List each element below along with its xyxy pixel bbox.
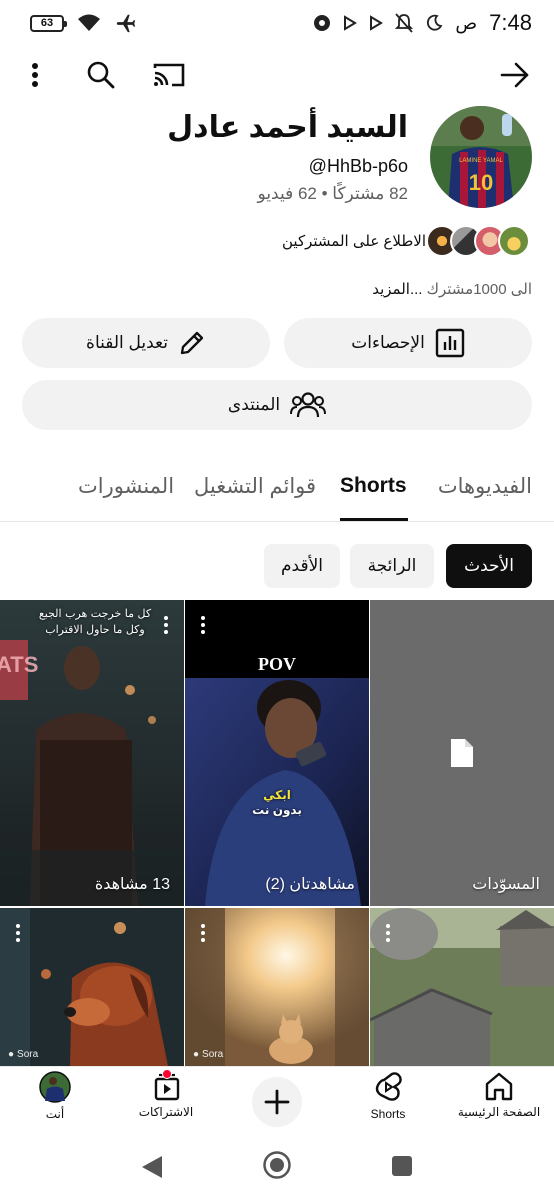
pencil-icon bbox=[180, 331, 204, 355]
status-bar: 63 ص 7:48 bbox=[0, 0, 554, 46]
tab-shorts[interactable]: Shorts bbox=[340, 474, 407, 498]
more-options-icon[interactable] bbox=[8, 922, 28, 944]
notification-dot bbox=[162, 1069, 172, 1079]
avatar bbox=[39, 1071, 71, 1103]
bottom-navigation: الصفحة الرئيسية Shorts الاشتراكات أنت bbox=[0, 1066, 554, 1134]
cast-icon[interactable] bbox=[150, 56, 188, 94]
more-options-icon[interactable] bbox=[156, 614, 176, 636]
people-icon bbox=[290, 392, 327, 418]
subscriber-avatars bbox=[426, 225, 530, 257]
short-tile[interactable]: ● Sora bbox=[185, 908, 369, 1066]
wifi-icon bbox=[78, 14, 100, 31]
pov-caption-line-2: بدون نت bbox=[252, 803, 302, 817]
short-tile[interactable]: ATS كل ما خرجت هرب الجبع وكل ما حاول الا… bbox=[0, 600, 184, 906]
jersey-number: 10 bbox=[469, 170, 493, 195]
nav-you[interactable]: أنت bbox=[0, 1071, 110, 1121]
home-icon bbox=[485, 1072, 513, 1101]
status-right: ص 7:48 bbox=[313, 10, 532, 36]
battery-level: 63 bbox=[40, 17, 54, 29]
channel-avatar[interactable]: LAMINE YAMAL 10 bbox=[430, 106, 532, 208]
man-sign: ATS bbox=[0, 652, 39, 677]
video-thumbnail bbox=[0, 600, 184, 906]
pov-caption-line-1: ابكي bbox=[263, 788, 291, 802]
tab-playlists[interactable]: قوائم التشغيل bbox=[194, 474, 316, 499]
nav-subscriptions[interactable]: الاشتراكات bbox=[111, 1069, 221, 1119]
channel-description[interactable]: الى 1000مشترك ...المزيد bbox=[372, 280, 532, 298]
search-icon[interactable] bbox=[82, 56, 120, 94]
drafts-label: المسوّدات bbox=[472, 876, 540, 893]
pov-caption: ابكي بدون نت bbox=[185, 788, 369, 818]
airplane-icon bbox=[116, 14, 136, 33]
edit-channel-button[interactable]: تعديل القناة bbox=[22, 318, 270, 368]
more-options-icon[interactable] bbox=[193, 922, 213, 944]
back-arrow-icon[interactable] bbox=[496, 56, 534, 94]
drafts-tile[interactable]: المسوّدات bbox=[370, 600, 554, 906]
forum-label: المنتدى bbox=[227, 395, 281, 414]
view-count: مشاهدتان (2) bbox=[265, 876, 355, 893]
shorts-icon bbox=[375, 1072, 402, 1101]
top-bar bbox=[0, 50, 554, 100]
short-tile[interactable]: POV ابكي بدون نت مشاهدتان (2) bbox=[185, 600, 369, 906]
view-count: 13 مشاهدة bbox=[94, 876, 170, 893]
document-icon bbox=[451, 739, 473, 767]
sora-watermark: ● Sora bbox=[193, 1049, 223, 1060]
nav-home[interactable]: الصفحة الرئيسية bbox=[444, 1071, 554, 1119]
channel-stats: 82 مشتركًا • 62 فيديو bbox=[257, 184, 408, 203]
tab-posts[interactable]: المنشورات bbox=[78, 474, 174, 499]
channel-handle: @HhBb-p6o bbox=[308, 156, 408, 176]
channel-name: السيد أحمد عادل bbox=[167, 111, 408, 144]
chip-oldest[interactable]: الأقدم bbox=[264, 544, 340, 588]
status-time: 7:48 bbox=[489, 10, 532, 35]
battery-icon: 63 bbox=[30, 14, 67, 32]
sora-label: Sora bbox=[202, 1049, 224, 1060]
status-left: 63 bbox=[30, 12, 138, 34]
subscriptions-icon-wrap bbox=[150, 1069, 182, 1101]
soccer-ball-icon bbox=[314, 15, 331, 31]
sora-icon: ● bbox=[193, 1049, 200, 1060]
stats-button[interactable]: الإحصاءات bbox=[284, 318, 532, 368]
nav-shorts[interactable]: Shorts bbox=[333, 1071, 443, 1121]
more-link[interactable]: ...المزيد bbox=[372, 281, 426, 298]
recents-icon[interactable] bbox=[390, 1154, 414, 1178]
nav-shorts-label: Shorts bbox=[370, 1107, 406, 1121]
chip-latest[interactable]: الأحدث bbox=[446, 544, 532, 588]
nav-home-label: الصفحة الرئيسية bbox=[457, 1105, 541, 1119]
more-options-icon[interactable] bbox=[16, 56, 54, 94]
jersey-name: LAMINE YAMAL bbox=[459, 158, 503, 164]
more-options-icon[interactable] bbox=[193, 614, 213, 636]
sora-icon: ● bbox=[8, 1049, 15, 1060]
home-button-icon[interactable] bbox=[262, 1150, 292, 1180]
stats-button-label: الإحصاءات bbox=[351, 333, 425, 352]
edit-channel-label: تعديل القناة bbox=[86, 333, 168, 352]
play-notification-icon-2 bbox=[370, 15, 384, 31]
create-button[interactable] bbox=[252, 1077, 302, 1127]
subscriber-avatar bbox=[498, 225, 530, 257]
description-text: الى 1000مشترك bbox=[426, 281, 532, 298]
back-triangle-icon[interactable] bbox=[140, 1154, 164, 1180]
short-tile[interactable]: ● Sora bbox=[0, 908, 184, 1066]
view-subscribers-link[interactable]: الاطلاع على المشتركين bbox=[282, 232, 426, 250]
more-options-icon[interactable] bbox=[378, 922, 398, 944]
status-ampm: ص bbox=[455, 12, 478, 33]
muted-bell-icon bbox=[395, 13, 414, 33]
sora-label: Sora bbox=[17, 1049, 39, 1060]
moon-icon bbox=[427, 14, 443, 31]
short-tile[interactable] bbox=[370, 908, 554, 1066]
pov-title: POV bbox=[258, 654, 296, 674]
nav-you-label: أنت bbox=[45, 1107, 65, 1121]
nav-subscriptions-label: الاشتراكات bbox=[138, 1105, 194, 1119]
analytics-icon bbox=[435, 328, 464, 358]
channel-tabs: الفيديوهات Shorts قوائم التشغيل المنشورا… bbox=[0, 462, 554, 522]
plus-icon bbox=[264, 1089, 290, 1115]
active-tab-indicator bbox=[340, 518, 408, 521]
tab-videos[interactable]: الفيديوهات bbox=[438, 474, 532, 499]
system-navigation bbox=[0, 1134, 554, 1200]
subscribers-row[interactable]: الاطلاع على المشتركين bbox=[282, 224, 530, 258]
man-caption: كل ما خرجت هرب الجبع وكل ما حاول الاقترا… bbox=[38, 607, 152, 636]
sora-watermark: ● Sora bbox=[8, 1049, 38, 1060]
play-notification-icon bbox=[344, 15, 358, 31]
forum-button[interactable]: المنتدى bbox=[22, 380, 532, 430]
chip-popular[interactable]: الرائجة bbox=[350, 544, 434, 588]
